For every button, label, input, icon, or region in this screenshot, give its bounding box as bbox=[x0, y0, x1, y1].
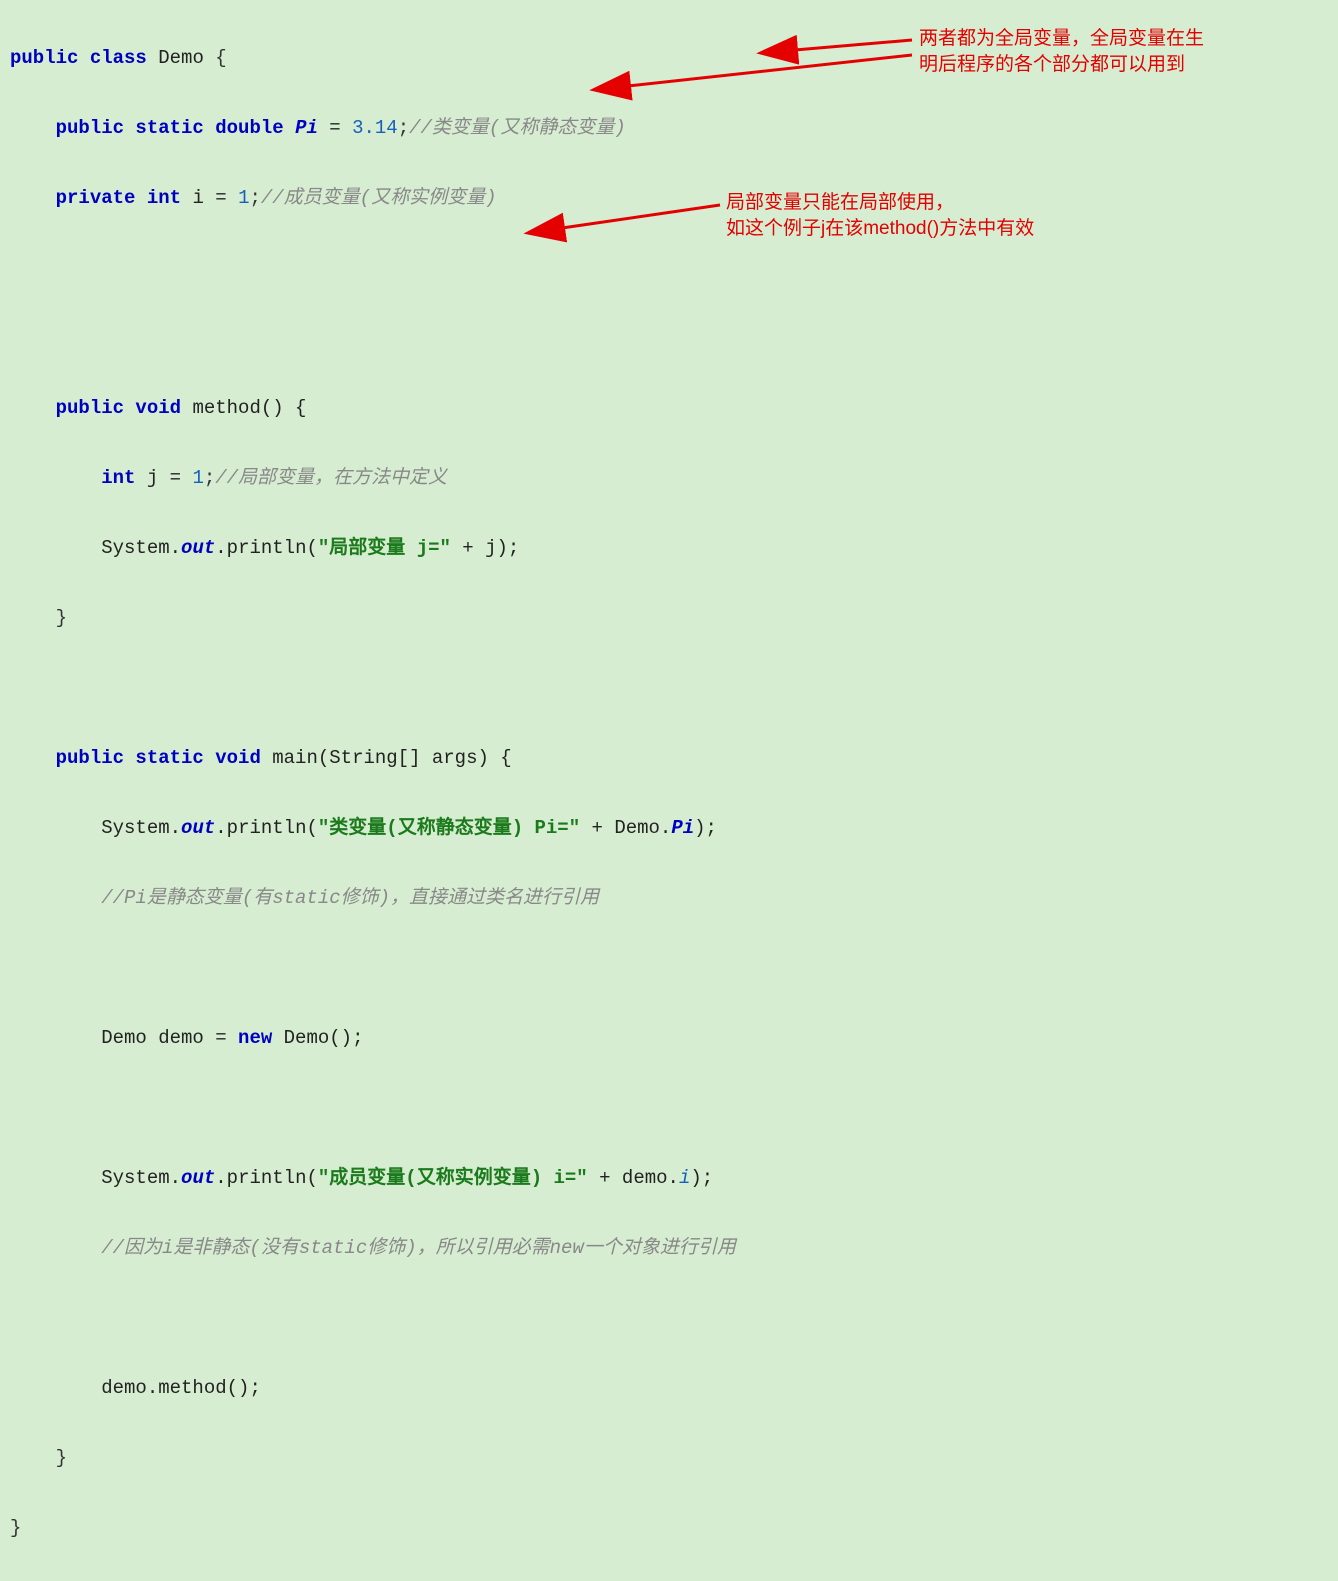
annotation-line: 如这个例子j在该method()方法中有效 bbox=[726, 218, 1034, 239]
annotation-line: 局部变量只能在局部使用， bbox=[726, 192, 954, 213]
annotation-global-vars: 两者都为全局变量，全局变量在生 明后程序的各个部分都可以用到 bbox=[919, 26, 1204, 78]
annotation-line: 两者都为全局变量，全局变量在生 bbox=[919, 28, 1204, 49]
annotation-local-vars: 局部变量只能在局部使用， 如这个例子j在该method()方法中有效 bbox=[726, 190, 1034, 242]
code-block: public class Demo { public static double… bbox=[10, 6, 736, 1581]
annotation-line: 明后程序的各个部分都可以用到 bbox=[919, 54, 1185, 75]
